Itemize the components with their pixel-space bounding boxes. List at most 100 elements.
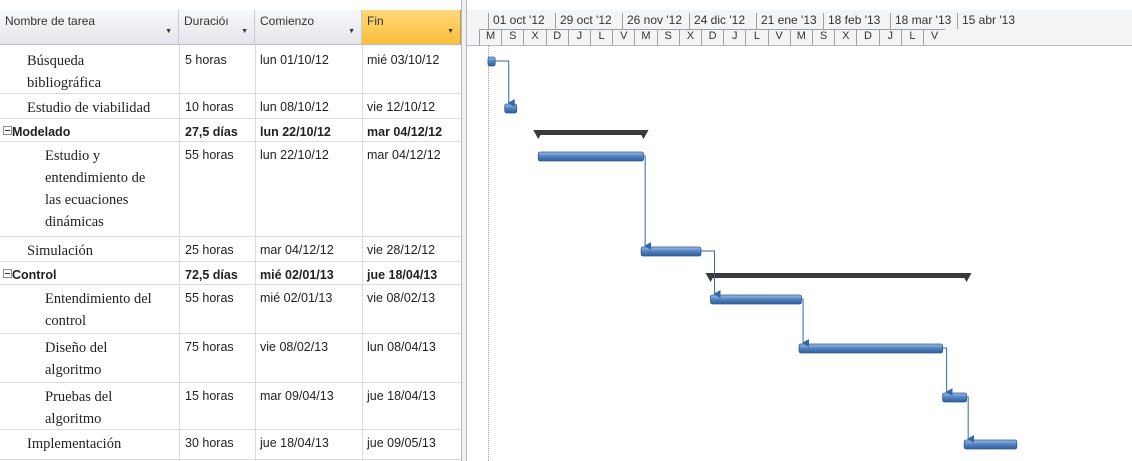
column-divider: [179, 45, 180, 461]
task-name-line: bibliográfica: [27, 75, 102, 91]
task-finish[interactable]: vie 28/12/12: [367, 243, 435, 258]
column-header-start-label: Comienzo: [260, 14, 315, 28]
task-name[interactable]: Modelado: [12, 125, 70, 140]
task-duration[interactable]: 10 horas: [185, 100, 234, 115]
task-duration[interactable]: 55 horas: [185, 291, 234, 306]
task-name-line: Modelado: [12, 125, 71, 139]
task-row[interactable]: Simulación 25 horas mar 04/12/12 vie 28/12/…: [0, 237, 461, 262]
task-bar[interactable]: [640, 246, 702, 257]
collapse-icon[interactable]: [3, 126, 12, 135]
task-name-line: algoritmo: [45, 411, 102, 427]
chevron-down-icon[interactable]: ▼: [348, 28, 355, 35]
summary-bar[interactable]: [710, 273, 967, 278]
task-row[interactable]: Pruebas del algoritmo 15 horas mar 09/04/13…: [0, 383, 461, 430]
gantt-view: Nombre de tarea ▼ Duracióı ▼ Comienzo ▼ …: [0, 0, 1132, 461]
task-duration[interactable]: 15 horas: [185, 389, 234, 404]
task-bar[interactable]: [963, 439, 1018, 450]
chevron-down-icon[interactable]: ▼: [165, 28, 172, 35]
task-finish[interactable]: mar 04/12/12: [367, 125, 442, 140]
task-name[interactable]: Pruebas del algoritmo: [45, 386, 112, 430]
task-finish[interactable]: jue 18/04/13: [367, 389, 436, 404]
task-name-line: Estudio de viabilidad: [27, 100, 151, 116]
task-bar[interactable]: [487, 56, 496, 67]
task-start[interactable]: lun 22/10/12: [260, 125, 331, 140]
task-start[interactable]: vie 08/02/13: [260, 340, 328, 355]
task-start[interactable]: mar 09/04/13: [260, 389, 334, 404]
task-name-line: Entendimiento del: [45, 291, 152, 307]
task-finish[interactable]: jue 18/04/13: [367, 268, 437, 283]
task-row[interactable]: Implementación 30 horas jue 18/04/13 jue 09…: [0, 430, 461, 460]
dependency-link: [942, 347, 953, 396]
task-duration[interactable]: 30 horas: [185, 436, 234, 451]
dependency-link: [643, 155, 652, 250]
task-finish[interactable]: vie 12/10/12: [367, 100, 435, 115]
summary-task-row[interactable]: Control 72,5 días mié 02/01/13 jue 18/04/13: [0, 262, 461, 285]
task-duration[interactable]: 25 horas: [185, 243, 234, 258]
task-duration[interactable]: 55 horas: [185, 148, 234, 163]
task-start[interactable]: mié 02/01/13: [260, 268, 334, 283]
task-start[interactable]: mié 02/01/13: [260, 291, 332, 306]
task-name[interactable]: Entendimiento del control: [45, 288, 152, 332]
dependency-link: [801, 298, 810, 347]
task-bar[interactable]: [504, 103, 518, 114]
task-row[interactable]: Búsqueda bibliográfica 5 horas lun 01/10/12…: [0, 47, 461, 94]
task-duration[interactable]: 5 horas: [185, 53, 227, 68]
summary-task-row[interactable]: Modelado 27,5 días lun 22/10/12 mar 04/12/1…: [0, 119, 461, 142]
task-bar[interactable]: [537, 151, 644, 162]
task-bar[interactable]: [798, 343, 944, 354]
task-name-line: control: [45, 313, 87, 329]
column-header-finish-label: Fin: [367, 14, 384, 28]
gantt-chart: 01 oct '12 29 oct '12 26 nov '12 24 dic '12…: [467, 0, 1132, 461]
task-row[interactable]: Estudio de viabilidad 10 horas lun 08/10/1…: [0, 94, 461, 119]
task-name-line: dinámicas: [45, 214, 104, 230]
task-bar[interactable]: [942, 392, 967, 403]
task-name[interactable]: Simulación: [27, 240, 93, 262]
task-name-line: Búsqueda: [27, 53, 85, 69]
task-finish[interactable]: vie 08/02/13: [367, 291, 435, 306]
task-bar[interactable]: [710, 294, 802, 305]
column-header-task-name-label: Nombre de tarea: [5, 14, 96, 28]
task-name[interactable]: Control: [12, 268, 56, 283]
task-name[interactable]: Implementación: [27, 433, 121, 455]
task-name-line: Estudio y: [45, 148, 101, 164]
task-name[interactable]: Estudio de viabilidad: [27, 97, 150, 119]
chevron-down-icon[interactable]: ▼: [241, 28, 248, 35]
column-header-duration[interactable]: Duracióı ▼: [179, 10, 255, 45]
task-name-line: Control: [12, 268, 57, 282]
column-header-finish[interactable]: Fin ▼: [362, 10, 461, 45]
dependency-link: [495, 60, 515, 107]
column-header-duration-label: Duracióı: [184, 14, 229, 28]
task-start[interactable]: lun 08/10/12: [260, 100, 329, 115]
task-row[interactable]: Entendimiento del control 55 horas mié 02/0…: [0, 285, 461, 334]
task-name[interactable]: Estudio y entendimiento de las ecuaciones d…: [45, 145, 145, 233]
task-name-line: Diseño del: [45, 340, 108, 356]
task-duration[interactable]: 72,5 días: [185, 268, 238, 283]
task-name-line: Implementación: [27, 436, 122, 452]
task-duration[interactable]: 27,5 días: [185, 125, 238, 140]
dependency-link: [700, 250, 721, 298]
task-start[interactable]: mar 04/12/12: [260, 243, 334, 258]
task-table: Nombre de tarea ▼ Duracióı ▼ Comienzo ▼ …: [0, 0, 467, 461]
task-finish[interactable]: mar 04/12/12: [367, 148, 441, 163]
task-name[interactable]: Diseño del algoritmo: [45, 337, 107, 381]
task-name-line: entendimiento de: [45, 170, 146, 186]
task-start[interactable]: lun 22/10/12: [260, 148, 329, 163]
task-name[interactable]: Búsqueda bibliográfica: [27, 50, 101, 94]
task-finish[interactable]: lun 08/04/13: [367, 340, 436, 355]
task-start[interactable]: jue 18/04/13: [260, 436, 329, 451]
task-name-line: Pruebas del: [45, 389, 113, 405]
column-header-task-name[interactable]: Nombre de tarea ▼: [0, 10, 179, 45]
task-name-line: Simulación: [27, 243, 94, 259]
chevron-down-icon[interactable]: ▼: [447, 28, 454, 35]
column-header-start[interactable]: Comienzo ▼: [255, 10, 362, 45]
task-name-line: algoritmo: [45, 362, 102, 378]
task-row[interactable]: Estudio y entendimiento de las ecuaciones d…: [0, 142, 461, 237]
gantt-bars: [487, 56, 1018, 450]
task-finish[interactable]: mié 03/10/12: [367, 53, 439, 68]
task-row[interactable]: Diseño del algoritmo 75 horas vie 08/02/13 l…: [0, 334, 461, 383]
task-start[interactable]: lun 01/10/12: [260, 53, 329, 68]
task-duration[interactable]: 75 horas: [185, 340, 234, 355]
collapse-icon[interactable]: [3, 269, 12, 278]
task-finish[interactable]: jue 09/05/13: [367, 436, 436, 451]
summary-bar[interactable]: [538, 130, 644, 135]
